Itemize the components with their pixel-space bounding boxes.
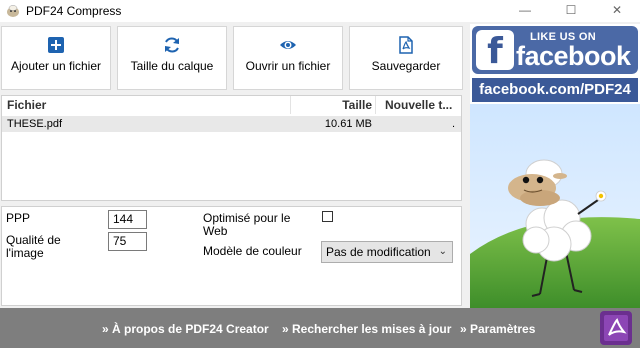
window-title: PDF24 Compress	[26, 4, 122, 18]
layer-size-button[interactable]: Taille du calque	[117, 26, 227, 90]
minimize-button[interactable]: —	[502, 0, 548, 22]
color-model-value: Pas de modification	[326, 245, 431, 259]
table-row[interactable]: THESE.pdf 10.61 MB .	[2, 116, 461, 132]
sheep-mascot-illustration	[470, 104, 640, 308]
layer-size-label: Taille du calque	[130, 59, 214, 73]
ppp-label: PPP	[6, 211, 31, 225]
plus-icon	[48, 37, 64, 53]
chevron-down-icon: ⌄	[438, 246, 447, 257]
new-size-cell: .	[452, 118, 456, 130]
maximize-button[interactable]: ☐	[548, 0, 594, 22]
column-separator	[290, 96, 291, 114]
file-name-cell: THESE.pdf	[7, 118, 63, 130]
web-optimized-label-line2: Web	[203, 224, 228, 238]
add-file-label: Ajouter un fichier	[10, 59, 102, 73]
quality-label-line2: l'image	[6, 246, 44, 260]
quality-input[interactable]: 75	[108, 232, 147, 251]
file-size-cell: 10.61 MB	[324, 118, 372, 130]
facebook-logo-icon: f	[476, 30, 514, 72]
facebook-url[interactable]: facebook.com/PDF24	[472, 78, 638, 102]
save-label: Sauvegarder	[371, 59, 441, 73]
eye-icon	[280, 41, 296, 49]
title-bar: PDF24 Compress — ☐ ✕	[0, 0, 640, 22]
column-header-new-size[interactable]: Nouvelle t...	[385, 96, 460, 114]
facebook-wordmark: facebook	[516, 41, 631, 71]
settings-link[interactable]: » Paramètres	[460, 322, 535, 336]
add-file-button[interactable]: Ajouter un fichier	[1, 26, 111, 90]
color-model-label: Modèle de couleur	[203, 244, 302, 258]
open-file-label: Ouvrir un fichier	[245, 59, 331, 73]
footer-bar: » À propos de PDF24 Creator » Rechercher…	[0, 308, 640, 348]
about-link[interactable]: » À propos de PDF24 Creator	[102, 322, 269, 336]
column-separator	[375, 96, 376, 114]
open-file-button[interactable]: Ouvrir un fichier	[233, 26, 343, 90]
color-model-select[interactable]: Pas de modification ⌄	[321, 241, 453, 263]
save-button[interactable]: Sauvegarder	[349, 26, 463, 90]
web-optimized-checkbox[interactable]	[322, 211, 333, 222]
file-list[interactable]: Fichier Taille Nouvelle t... THESE.pdf 1…	[1, 95, 462, 201]
ppp-input[interactable]: 144	[108, 210, 147, 229]
pdf-save-icon	[399, 36, 413, 54]
refresh-icon	[165, 37, 179, 53]
close-button[interactable]: ✕	[594, 0, 640, 22]
check-updates-link[interactable]: » Rechercher les mises à jour	[282, 322, 451, 336]
facebook-ad[interactable]: f LIKE US ON facebook facebook.com/PDF24	[470, 24, 640, 308]
facebook-banner[interactable]: f LIKE US ON facebook	[472, 26, 638, 74]
flower-icon	[595, 190, 607, 202]
column-header-size[interactable]: Taille	[292, 96, 372, 114]
column-header-file[interactable]: Fichier	[7, 96, 287, 114]
settings-panel: PPP 144 Qualité de l'image 75 Optimisé p…	[1, 206, 462, 306]
pdf24-logo-icon	[600, 311, 632, 345]
pdf24-app-icon	[7, 5, 19, 17]
